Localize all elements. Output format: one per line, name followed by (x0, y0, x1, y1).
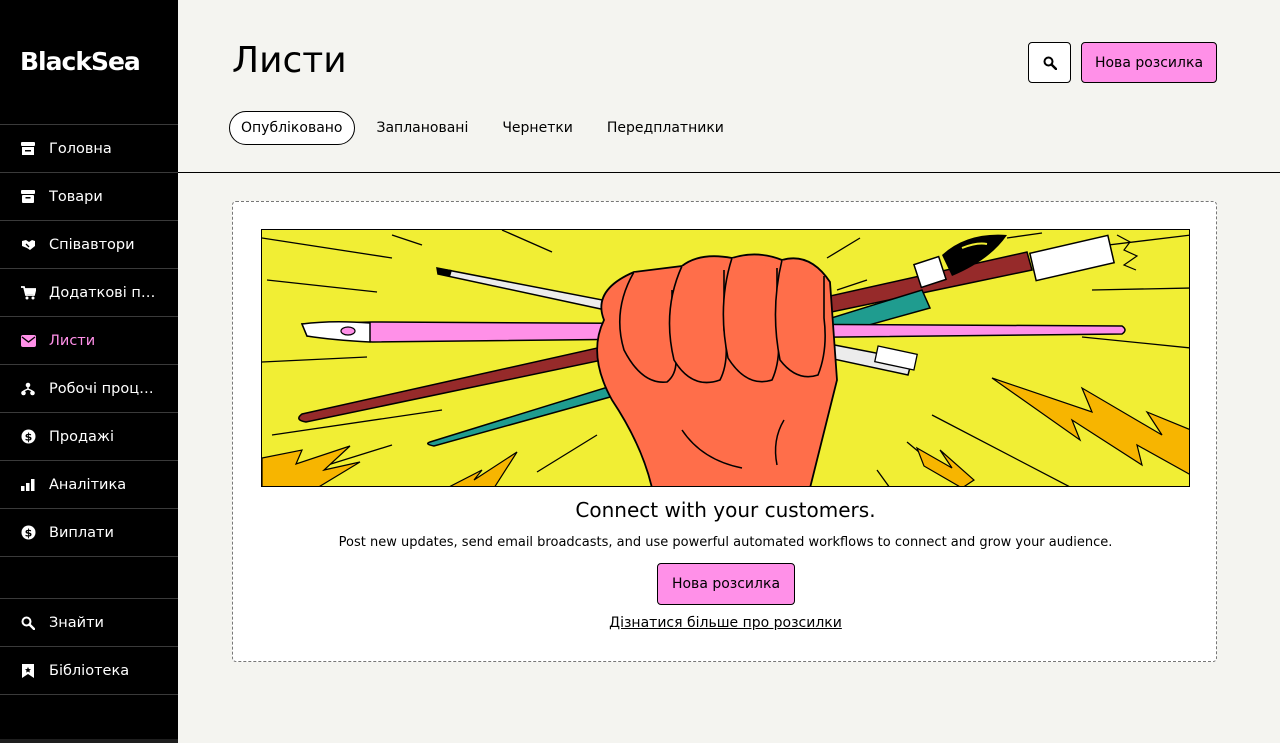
empty-state-card: Connect with your customers. Post new up… (232, 201, 1217, 662)
search-icon (20, 615, 36, 631)
divider (0, 694, 178, 695)
search-button[interactable] (1028, 42, 1071, 83)
sidebar-item-collaborators[interactable]: Співавтори (0, 220, 178, 268)
search-icon (1043, 56, 1057, 70)
sidebar-item-workflows[interactable]: Робочі проце... (0, 364, 178, 412)
sidebar-item-emails[interactable]: Листи (0, 316, 178, 364)
sidebar-item-products[interactable]: Товари (0, 172, 178, 220)
logo[interactable]: BlackSea (20, 47, 141, 76)
sidebar-footer (0, 739, 178, 743)
sidebar-item-label: Листи (49, 332, 96, 349)
tab-subscribers[interactable]: Передплатники (595, 111, 736, 145)
sidebar-item-upsells[interactable]: Додаткові пр... (0, 268, 178, 316)
sidebar-item-sales[interactable]: $ Продажі (0, 412, 178, 460)
sidebar-item-label: Аналітика (49, 476, 127, 493)
sidebar-item-label: Знайти (49, 614, 104, 631)
sidebar-item-search[interactable]: Знайти (0, 598, 178, 646)
sidebar-item-label: Виплати (49, 524, 114, 541)
empty-state-description: Post new updates, send email broadcasts,… (338, 535, 1113, 550)
tab-drafts[interactable]: Чернетки (490, 111, 585, 145)
sidebar-item-label: Співавтори (49, 236, 135, 253)
page-title: Листи (232, 40, 347, 81)
empty-state-title: Connect with your customers. (575, 498, 876, 522)
empty-state-illustration (261, 229, 1190, 487)
dollar-circle-icon: $ (20, 525, 36, 541)
tabs: Опубліковано Заплановані Чернетки Передп… (229, 111, 746, 145)
store-icon (20, 141, 36, 157)
handshake-icon (20, 237, 36, 253)
learn-more-link[interactable]: Дізнатися більше про розсилки (233, 615, 1218, 631)
archive-icon (20, 189, 36, 205)
cart-icon (20, 285, 36, 301)
svg-text:$: $ (24, 527, 32, 540)
sidebar-item-label: Головна (49, 140, 112, 157)
new-broadcast-button[interactable]: Нова розсилка (1081, 42, 1217, 83)
sidebar-item-home[interactable]: Головна (0, 124, 178, 172)
sidebar-nav: Головна Товари Співавтори Додаткові пр..… (0, 124, 178, 557)
tab-scheduled[interactable]: Заплановані (365, 111, 481, 145)
sidebar-item-label: Товари (49, 188, 103, 205)
sidebar-item-payouts[interactable]: $ Виплати (0, 508, 178, 556)
sidebar: BlackSea Головна Товари Співавтори Додат… (0, 0, 178, 743)
sidebar-item-analytics[interactable]: Аналітика (0, 460, 178, 508)
sidebar-item-label: Додаткові пр... (49, 284, 161, 301)
sidebar-bottom-nav: Знайти Бібліотека (0, 598, 178, 695)
divider (0, 556, 178, 557)
tab-published[interactable]: Опубліковано (229, 111, 355, 145)
sidebar-item-library[interactable]: Бібліотека (0, 646, 178, 694)
page-header: Листи Нова розсилка Опубліковано Заплано… (178, 0, 1280, 173)
dollar-circle-icon: $ (20, 429, 36, 445)
sidebar-item-label: Бібліотека (49, 662, 130, 679)
new-broadcast-cta-button[interactable]: Нова розсилка (657, 563, 795, 605)
sidebar-item-label: Продажі (49, 428, 114, 445)
envelope-icon (20, 333, 36, 349)
bar-chart-icon (20, 477, 36, 493)
svg-text:$: $ (24, 431, 32, 444)
bookmark-icon (20, 663, 36, 679)
sidebar-item-label: Робочі проце... (49, 380, 161, 397)
workflow-icon (20, 381, 36, 397)
